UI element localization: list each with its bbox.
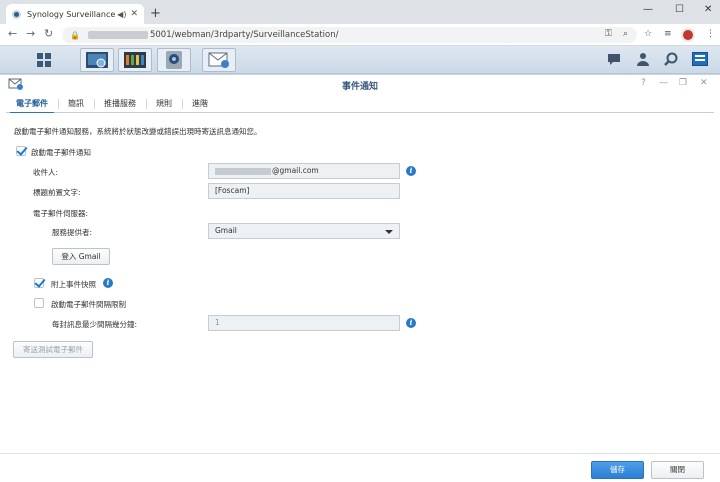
reading-list-icon[interactable]: ≡: [664, 29, 672, 39]
window-close-icon[interactable]: ✕: [704, 4, 712, 15]
smtp-server-label: 電子郵件伺服器:: [33, 209, 89, 218]
browser-tabstrip: Synology Surveillance Stati ◀) ✕ + — ☐ ✕: [0, 0, 720, 24]
tab-advanced[interactable]: 進階: [182, 95, 218, 113]
settings-tabs: 電子郵件 簡訊 推播服務 規則 進階: [6, 95, 714, 114]
window-maximize-icon[interactable]: ☐: [675, 4, 684, 15]
interval-info-icon[interactable]: i: [406, 318, 416, 328]
browser-menu-icon[interactable]: ⋮: [706, 29, 715, 39]
redacted-host: [87, 31, 148, 39]
forward-icon[interactable]: →: [26, 27, 35, 40]
browser-tab[interactable]: Synology Surveillance Stati ◀) ✕: [6, 4, 144, 24]
window-restore-button[interactable]: ❐: [679, 78, 687, 88]
tab-push-service[interactable]: 推播服務: [94, 95, 146, 113]
email-description: 啟動電子郵件通知服務，系統將於狀態改變或錯誤出現時寄送訊息通知您。: [14, 127, 262, 136]
recipient-label: 收件人:: [33, 168, 59, 177]
tab-rules[interactable]: 規則: [146, 95, 182, 113]
enable-email-checkbox[interactable]: [16, 146, 26, 156]
snapshot-info-icon[interactable]: i: [103, 278, 113, 288]
window-minimize-icon[interactable]: —: [643, 4, 653, 15]
synology-favicon-icon: [12, 9, 21, 19]
subject-prefix-input[interactable]: [Foscam]: [208, 183, 400, 199]
widgets-icon[interactable]: [692, 52, 708, 70]
close-tab-icon[interactable]: ✕: [130, 9, 138, 19]
timeline-app-icon[interactable]: [118, 48, 152, 72]
window-title: 事件通知: [341, 82, 378, 92]
address-bar[interactable]: 🔒 5001/webman/3rdparty/SurveillanceStati…: [62, 27, 637, 43]
reload-icon[interactable]: ↻: [44, 27, 53, 40]
main-menu-icon[interactable]: [27, 48, 61, 72]
recipient-input[interactable]: @gmail.com: [208, 163, 400, 179]
tab-email[interactable]: 電子郵件: [6, 95, 58, 114]
browser-tab-title: Synology Surveillance Stati: [27, 9, 116, 19]
address-url: 5001/webman/3rdparty/SurveillanceStation…: [149, 30, 339, 40]
redacted-email: [215, 167, 271, 175]
help-icon[interactable]: ?: [641, 78, 646, 88]
profile-avatar[interactable]: [681, 28, 695, 42]
monitor-center-app-icon[interactable]: [80, 48, 114, 72]
window-footer: 儲存 關閉: [0, 453, 720, 482]
attach-snapshot-label: 附上事件快照: [51, 280, 96, 289]
attach-snapshot-checkbox[interactable]: [34, 278, 44, 288]
window-minimize-button[interactable]: —: [659, 78, 668, 88]
window-header: 事件通知 ? — ❐ ✕: [0, 75, 720, 95]
interval-minutes-input[interactable]: 1: [208, 315, 400, 331]
send-test-email-button[interactable]: 寄送測試電子郵件: [13, 341, 93, 358]
lock-icon: 🔒: [70, 30, 80, 40]
provider-value: Gmail: [215, 226, 237, 235]
provider-label: 服務提供者:: [52, 228, 93, 237]
dsm-taskbar: [0, 46, 720, 74]
recipient-value: @gmail.com: [272, 166, 319, 175]
event-notification-app-icon[interactable]: [202, 48, 236, 72]
login-gmail-button[interactable]: 登入 Gmail: [52, 248, 110, 265]
new-tab-button[interactable]: +: [150, 6, 161, 21]
subject-prefix-label: 標題前置文字:: [33, 188, 81, 197]
tab-sms[interactable]: 簡訊: [58, 95, 94, 113]
chevron-down-icon: [385, 230, 393, 234]
search-icon[interactable]: [664, 52, 678, 70]
chat-icon[interactable]: [607, 52, 621, 70]
browser-toolbar: ← → ↻ 🔒 5001/webman/3rdparty/Surveillanc…: [0, 24, 720, 46]
camera-app-icon[interactable]: [157, 48, 191, 72]
back-icon[interactable]: ←: [8, 27, 17, 40]
recipient-info-icon[interactable]: i: [406, 166, 416, 176]
zoom-icon[interactable]: ⌕: [623, 29, 628, 39]
email-settings-panel: 啟動電子郵件通知服務，系統將於狀態改變或錯誤出現時寄送訊息通知您。 啟動電子郵件…: [0, 113, 720, 453]
interval-minutes-label: 每封訊息最少間隔幾分鐘:: [52, 320, 138, 329]
interval-limit-label: 啟動電子郵件間隔限制: [51, 300, 126, 309]
save-button[interactable]: 儲存: [591, 461, 644, 479]
audio-icon[interactable]: ◀): [117, 10, 126, 19]
user-icon[interactable]: [636, 52, 650, 70]
key-icon[interactable]: ⚿: [605, 29, 612, 39]
interval-limit-checkbox[interactable]: [34, 298, 44, 308]
provider-select[interactable]: Gmail: [208, 223, 400, 239]
close-button[interactable]: 關閉: [651, 461, 704, 479]
enable-email-label: 啟動電子郵件通知: [31, 148, 91, 157]
window-close-button[interactable]: ✕: [700, 78, 708, 88]
event-notification-window: 事件通知 ? — ❐ ✕ 電子郵件 簡訊 推播服務 規則 進階 啟動電子郵件通知…: [0, 74, 720, 482]
star-icon[interactable]: ☆: [644, 29, 652, 39]
